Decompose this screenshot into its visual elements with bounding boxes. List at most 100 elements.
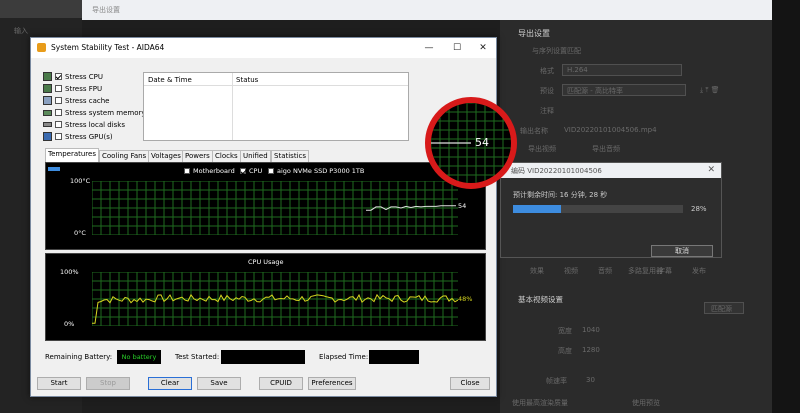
tab-cooling-fans[interactable]: Cooling Fans	[99, 150, 150, 162]
temp-axis-max: 100°C	[70, 177, 91, 185]
elapsed-time-label: Elapsed Time:	[319, 353, 369, 361]
encoding-dialog-title: 编码 VID20220101004506	[501, 163, 721, 178]
clear-button[interactable]: Clear	[148, 377, 192, 390]
status-log-table: Date & Time Status	[143, 72, 409, 141]
tab-temperatures[interactable]: Temperatures	[45, 148, 99, 162]
legend-ssd[interactable]: aigo NVMe SSD P3000 1TB	[268, 167, 364, 175]
log-header-status[interactable]: Status	[236, 76, 258, 84]
usage-plot	[92, 272, 458, 326]
export-video-checkbox[interactable]: 导出视频	[528, 144, 556, 154]
cpu-icon	[43, 72, 52, 81]
aida-window: System Stability Test - AIDA64 — ☐ ✕ Str…	[30, 37, 497, 397]
sensor-tabs: Temperatures Cooling Fans Voltages Power…	[45, 148, 485, 162]
export-window-title: 导出设置	[92, 6, 120, 14]
width-label: 宽度	[558, 327, 572, 335]
test-started-label: Test Started:	[175, 353, 220, 361]
tab-audio[interactable]: 音频	[598, 266, 612, 276]
minimize-icon[interactable]: —	[416, 40, 442, 56]
memory-icon	[43, 109, 52, 116]
remaining-time: 预计剩余时间: 16 分钟, 28 秒	[513, 191, 608, 199]
gpu-icon	[43, 132, 52, 141]
left-tab-input[interactable]: 输入	[14, 26, 28, 36]
output-name-value[interactable]: VID20220101004506.mp4	[564, 126, 657, 134]
usage-current-value: 48%	[458, 295, 473, 303]
disk-icon	[43, 122, 52, 127]
close-button[interactable]: Close	[450, 377, 490, 390]
basic-video-title: 基本视频设置	[518, 295, 563, 304]
format-select[interactable]: H.264	[562, 64, 682, 76]
usage-axis-min: 0%	[64, 320, 75, 328]
cache-icon	[43, 96, 52, 105]
frame-rate-value[interactable]: 30	[586, 376, 595, 384]
encoding-dialog: 编码 VID20220101004506 ✕ 预计剩余时间: 16 分钟, 28…	[500, 162, 722, 258]
flame-icon	[37, 43, 46, 52]
match-sequence-checkbox[interactable]: 与序列设置匹配	[532, 46, 581, 56]
usage-title: CPU Usage	[248, 258, 284, 266]
export-audio-checkbox[interactable]: 导出音频	[592, 144, 620, 154]
preset-label: 预设	[540, 87, 554, 95]
zoom-temp-value: 54	[475, 136, 489, 149]
progress-percent: 28%	[691, 205, 707, 213]
fpu-icon	[43, 84, 52, 93]
test-started-value	[221, 350, 305, 364]
stress-fpu-checkbox[interactable]: Stress FPU	[43, 83, 102, 94]
remaining-battery-value: No battery	[117, 350, 161, 364]
temperature-graph: Motherboard CPU aigo NVMe SSD P3000 1TB …	[45, 162, 486, 250]
close-icon[interactable]: ✕	[470, 40, 496, 56]
stress-cache-checkbox[interactable]: Stress cache	[43, 95, 109, 106]
temp-plot	[92, 181, 458, 235]
zoom-callout: 54	[425, 97, 517, 189]
temp-current-value: 54	[458, 202, 467, 210]
cancel-button[interactable]: 取消	[651, 245, 713, 257]
width-value[interactable]: 1040	[582, 326, 600, 334]
encoding-progress-bar	[513, 205, 683, 213]
height-value[interactable]: 1280	[582, 346, 600, 354]
stress-memory-checkbox[interactable]: Stress system memory	[43, 107, 146, 118]
editor-right-edge	[772, 0, 800, 413]
tab-publish[interactable]: 发布	[692, 266, 706, 276]
cpuid-button[interactable]: CPUID	[259, 377, 303, 390]
aida-window-title: System Stability Test - AIDA64	[51, 43, 165, 52]
match-source-button[interactable]: 匹配源	[704, 302, 744, 314]
log-header-date[interactable]: Date & Time	[148, 76, 192, 84]
zoom-grid	[431, 103, 511, 183]
cpu-usage-graph: CPU Usage 100% 0% 48%	[45, 253, 486, 341]
max-render-checkbox[interactable]: 使用最高渲染质量	[512, 398, 568, 408]
maximize-icon[interactable]: ☐	[444, 40, 470, 56]
close-icon[interactable]: ✕	[707, 165, 715, 175]
use-preview-checkbox[interactable]: 使用预览	[632, 398, 660, 408]
stop-button[interactable]: Stop	[86, 377, 130, 390]
progress-fill	[513, 205, 561, 213]
tab-clocks[interactable]: Clocks	[212, 150, 241, 162]
format-label: 格式	[540, 67, 554, 75]
tab-statistics[interactable]: Statistics	[271, 150, 309, 162]
tab-powers[interactable]: Powers	[182, 150, 213, 162]
stress-gpu-checkbox[interactable]: Stress GPU(s)	[43, 131, 113, 142]
usage-axis-max: 100%	[60, 268, 79, 276]
export-window-titlebar: 导出设置	[82, 0, 772, 20]
graph-scroll-indicator	[48, 167, 60, 171]
stress-disks-checkbox[interactable]: Stress local disks	[43, 119, 125, 130]
start-button[interactable]: Start	[37, 377, 81, 390]
tab-unified[interactable]: Unified	[240, 150, 271, 162]
remaining-battery-label: Remaining Battery:	[45, 353, 113, 361]
legend-cpu[interactable]: CPU	[240, 167, 262, 175]
preferences-button[interactable]: Preferences	[308, 377, 356, 390]
stress-cpu-checkbox[interactable]: Stress CPU	[43, 71, 103, 82]
elapsed-time-value	[369, 350, 419, 364]
tab-voltages[interactable]: Voltages	[148, 150, 184, 162]
comment-label: 注释	[540, 107, 554, 115]
aida-titlebar: System Stability Test - AIDA64 — ☐ ✕	[31, 38, 496, 58]
tab-effects[interactable]: 效果	[530, 266, 544, 276]
frame-rate-label: 帧速率	[546, 377, 567, 385]
preset-select[interactable]: 匹配源 - 高比特率	[562, 84, 686, 96]
export-settings-title: 导出设置	[518, 29, 550, 38]
save-button[interactable]: Save	[197, 377, 241, 390]
tab-captions[interactable]: 字幕	[658, 266, 672, 276]
preset-icons[interactable]: ⤓ ⤒ 🗑	[700, 86, 720, 95]
height-label: 高度	[558, 347, 572, 355]
tab-video[interactable]: 视频	[564, 266, 578, 276]
temp-axis-min: 0°C	[74, 229, 86, 237]
legend-motherboard[interactable]: Motherboard	[184, 167, 235, 175]
output-name-label: 输出名称	[520, 127, 548, 135]
